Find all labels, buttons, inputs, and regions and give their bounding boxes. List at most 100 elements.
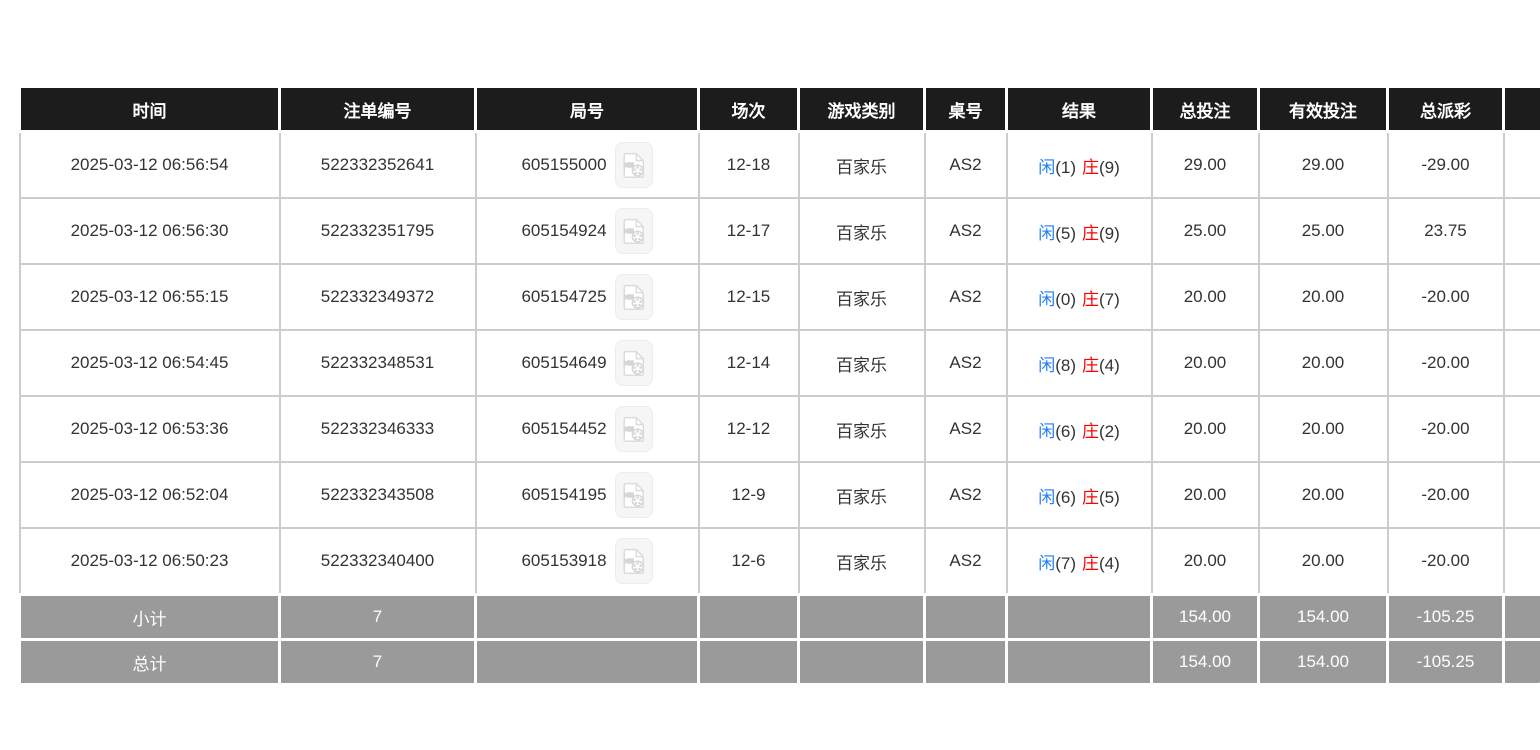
video-replay-button[interactable] bbox=[615, 274, 653, 320]
cell-round: 605153918 bbox=[476, 528, 699, 595]
video-replay-button[interactable] bbox=[615, 406, 653, 452]
round-number: 605153918 bbox=[521, 551, 606, 571]
cell-valid-bet: 20.00 bbox=[1259, 462, 1388, 528]
video-replay-button[interactable] bbox=[615, 340, 653, 386]
result-player-score: (8) bbox=[1055, 356, 1076, 375]
cell-total-bet: 20.00 bbox=[1152, 330, 1259, 396]
round-number: 605154452 bbox=[521, 419, 606, 439]
cell-result: 闲(0)庄(7) bbox=[1007, 264, 1152, 330]
table-summary: 小计7154.00154.00-105.25总计7154.00154.00-10… bbox=[20, 595, 1540, 685]
cell-time: 2025-03-12 06:54:45 bbox=[20, 330, 280, 396]
result-player-label: 闲 bbox=[1038, 290, 1055, 309]
table-row: 2025-03-12 06:52:04522332343508605154195… bbox=[20, 462, 1540, 528]
cell-result: 闲(8)庄(4) bbox=[1007, 330, 1152, 396]
cell-round: 605154725 bbox=[476, 264, 699, 330]
result-player-label: 闲 bbox=[1038, 488, 1055, 507]
video-replay-button[interactable] bbox=[615, 538, 653, 584]
cell-game-type: 百家乐 bbox=[799, 462, 925, 528]
summary-empty-cell bbox=[925, 595, 1007, 640]
cell-bet-id: 522332352641 bbox=[280, 132, 476, 199]
result-player-label: 闲 bbox=[1038, 422, 1055, 441]
summary-label: 总计 bbox=[20, 640, 280, 685]
column-header-total_bet: 总投注 bbox=[1152, 88, 1259, 132]
cell-game-type: 百家乐 bbox=[799, 132, 925, 199]
cell-bet-id: 522332346333 bbox=[280, 396, 476, 462]
round-number: 605154725 bbox=[521, 287, 606, 307]
table-row: 2025-03-12 06:56:30522332351795605154924… bbox=[20, 198, 1540, 264]
round-wrap: 605154725 bbox=[521, 274, 652, 320]
cell-time: 2025-03-12 06:50:23 bbox=[20, 528, 280, 595]
summary-count: 7 bbox=[280, 595, 476, 640]
round-wrap: 605154195 bbox=[521, 472, 652, 518]
bet-records-viewport: 时间注单编号局号场次游戏类别桌号结果总投注有效投注总派彩 2025-03-12 … bbox=[18, 88, 1540, 686]
cell-session: 12-17 bbox=[699, 198, 799, 264]
cell-valid-bet: 20.00 bbox=[1259, 264, 1388, 330]
result-banker-score: (4) bbox=[1099, 356, 1120, 375]
cell-payout: -20.00 bbox=[1388, 462, 1504, 528]
summary-row: 总计7154.00154.00-105.25 bbox=[20, 640, 1540, 685]
column-header-time: 时间 bbox=[20, 88, 280, 132]
round-wrap: 605154924 bbox=[521, 208, 652, 254]
round-wrap: 605155000 bbox=[521, 142, 652, 188]
result-banker-label: 庄 bbox=[1082, 158, 1099, 177]
result-banker-label: 庄 bbox=[1082, 290, 1099, 309]
cell-extra bbox=[1504, 528, 1540, 595]
summary-count: 7 bbox=[280, 640, 476, 685]
round-wrap: 605153918 bbox=[521, 538, 652, 584]
result-banker-label: 庄 bbox=[1082, 554, 1099, 573]
cell-session: 12-14 bbox=[699, 330, 799, 396]
cell-round: 605154649 bbox=[476, 330, 699, 396]
cell-total-bet: 20.00 bbox=[1152, 264, 1259, 330]
table-body: 2025-03-12 06:56:54522332352641605155000… bbox=[20, 132, 1540, 595]
cell-game-type: 百家乐 bbox=[799, 264, 925, 330]
cell-session: 12-18 bbox=[699, 132, 799, 199]
cell-payout: -20.00 bbox=[1388, 264, 1504, 330]
result-player-score: (6) bbox=[1055, 422, 1076, 441]
result-banker-label: 庄 bbox=[1082, 422, 1099, 441]
cell-total-bet: 20.00 bbox=[1152, 396, 1259, 462]
video-file-icon bbox=[621, 283, 647, 311]
cell-extra bbox=[1504, 198, 1540, 264]
summary-total-bet: 154.00 bbox=[1152, 640, 1259, 685]
summary-payout: -105.25 bbox=[1388, 595, 1504, 640]
cell-session: 12-6 bbox=[699, 528, 799, 595]
video-replay-button[interactable] bbox=[615, 142, 653, 188]
round-wrap: 605154452 bbox=[521, 406, 652, 452]
table-header-row: 时间注单编号局号场次游戏类别桌号结果总投注有效投注总派彩 bbox=[20, 88, 1540, 132]
result-player-score: (7) bbox=[1055, 554, 1076, 573]
result-player-score: (5) bbox=[1055, 224, 1076, 243]
video-replay-button[interactable] bbox=[615, 472, 653, 518]
summary-valid-bet: 154.00 bbox=[1259, 595, 1388, 640]
table-header: 时间注单编号局号场次游戏类别桌号结果总投注有效投注总派彩 bbox=[20, 88, 1540, 132]
column-header-result: 结果 bbox=[1007, 88, 1152, 132]
cell-table-no: AS2 bbox=[925, 198, 1007, 264]
cell-bet-id: 522332340400 bbox=[280, 528, 476, 595]
summary-row: 小计7154.00154.00-105.25 bbox=[20, 595, 1540, 640]
cell-result: 闲(5)庄(9) bbox=[1007, 198, 1152, 264]
cell-round: 605154924 bbox=[476, 198, 699, 264]
table-row: 2025-03-12 06:50:23522332340400 605153918… bbox=[20, 528, 1540, 595]
cell-table-no: AS2 bbox=[925, 330, 1007, 396]
cell-bet-id: 522332348531 bbox=[280, 330, 476, 396]
cell-extra bbox=[1504, 264, 1540, 330]
summary-empty-cell bbox=[699, 595, 799, 640]
column-header-session: 场次 bbox=[699, 88, 799, 132]
cell-valid-bet: 20.00 bbox=[1259, 330, 1388, 396]
cell-session: 12-15 bbox=[699, 264, 799, 330]
summary-empty-cell bbox=[476, 595, 699, 640]
cell-game-type: 百家乐 bbox=[799, 528, 925, 595]
cell-valid-bet: 25.00 bbox=[1259, 198, 1388, 264]
cell-payout: 23.75 bbox=[1388, 198, 1504, 264]
summary-empty-cell bbox=[476, 640, 699, 685]
column-header-game_type: 游戏类别 bbox=[799, 88, 925, 132]
video-file-icon bbox=[621, 481, 647, 509]
column-header-bet_id: 注单编号 bbox=[280, 88, 476, 132]
cell-result: 闲(6)庄(5) bbox=[1007, 462, 1152, 528]
cell-payout: -29.00 bbox=[1388, 132, 1504, 199]
cell-payout: -20.00 bbox=[1388, 528, 1504, 595]
result-banker-label: 庄 bbox=[1082, 356, 1099, 375]
summary-empty-cell bbox=[1007, 595, 1152, 640]
cell-session: 12-9 bbox=[699, 462, 799, 528]
cell-round: 605155000 bbox=[476, 132, 699, 199]
video-replay-button[interactable] bbox=[615, 208, 653, 254]
